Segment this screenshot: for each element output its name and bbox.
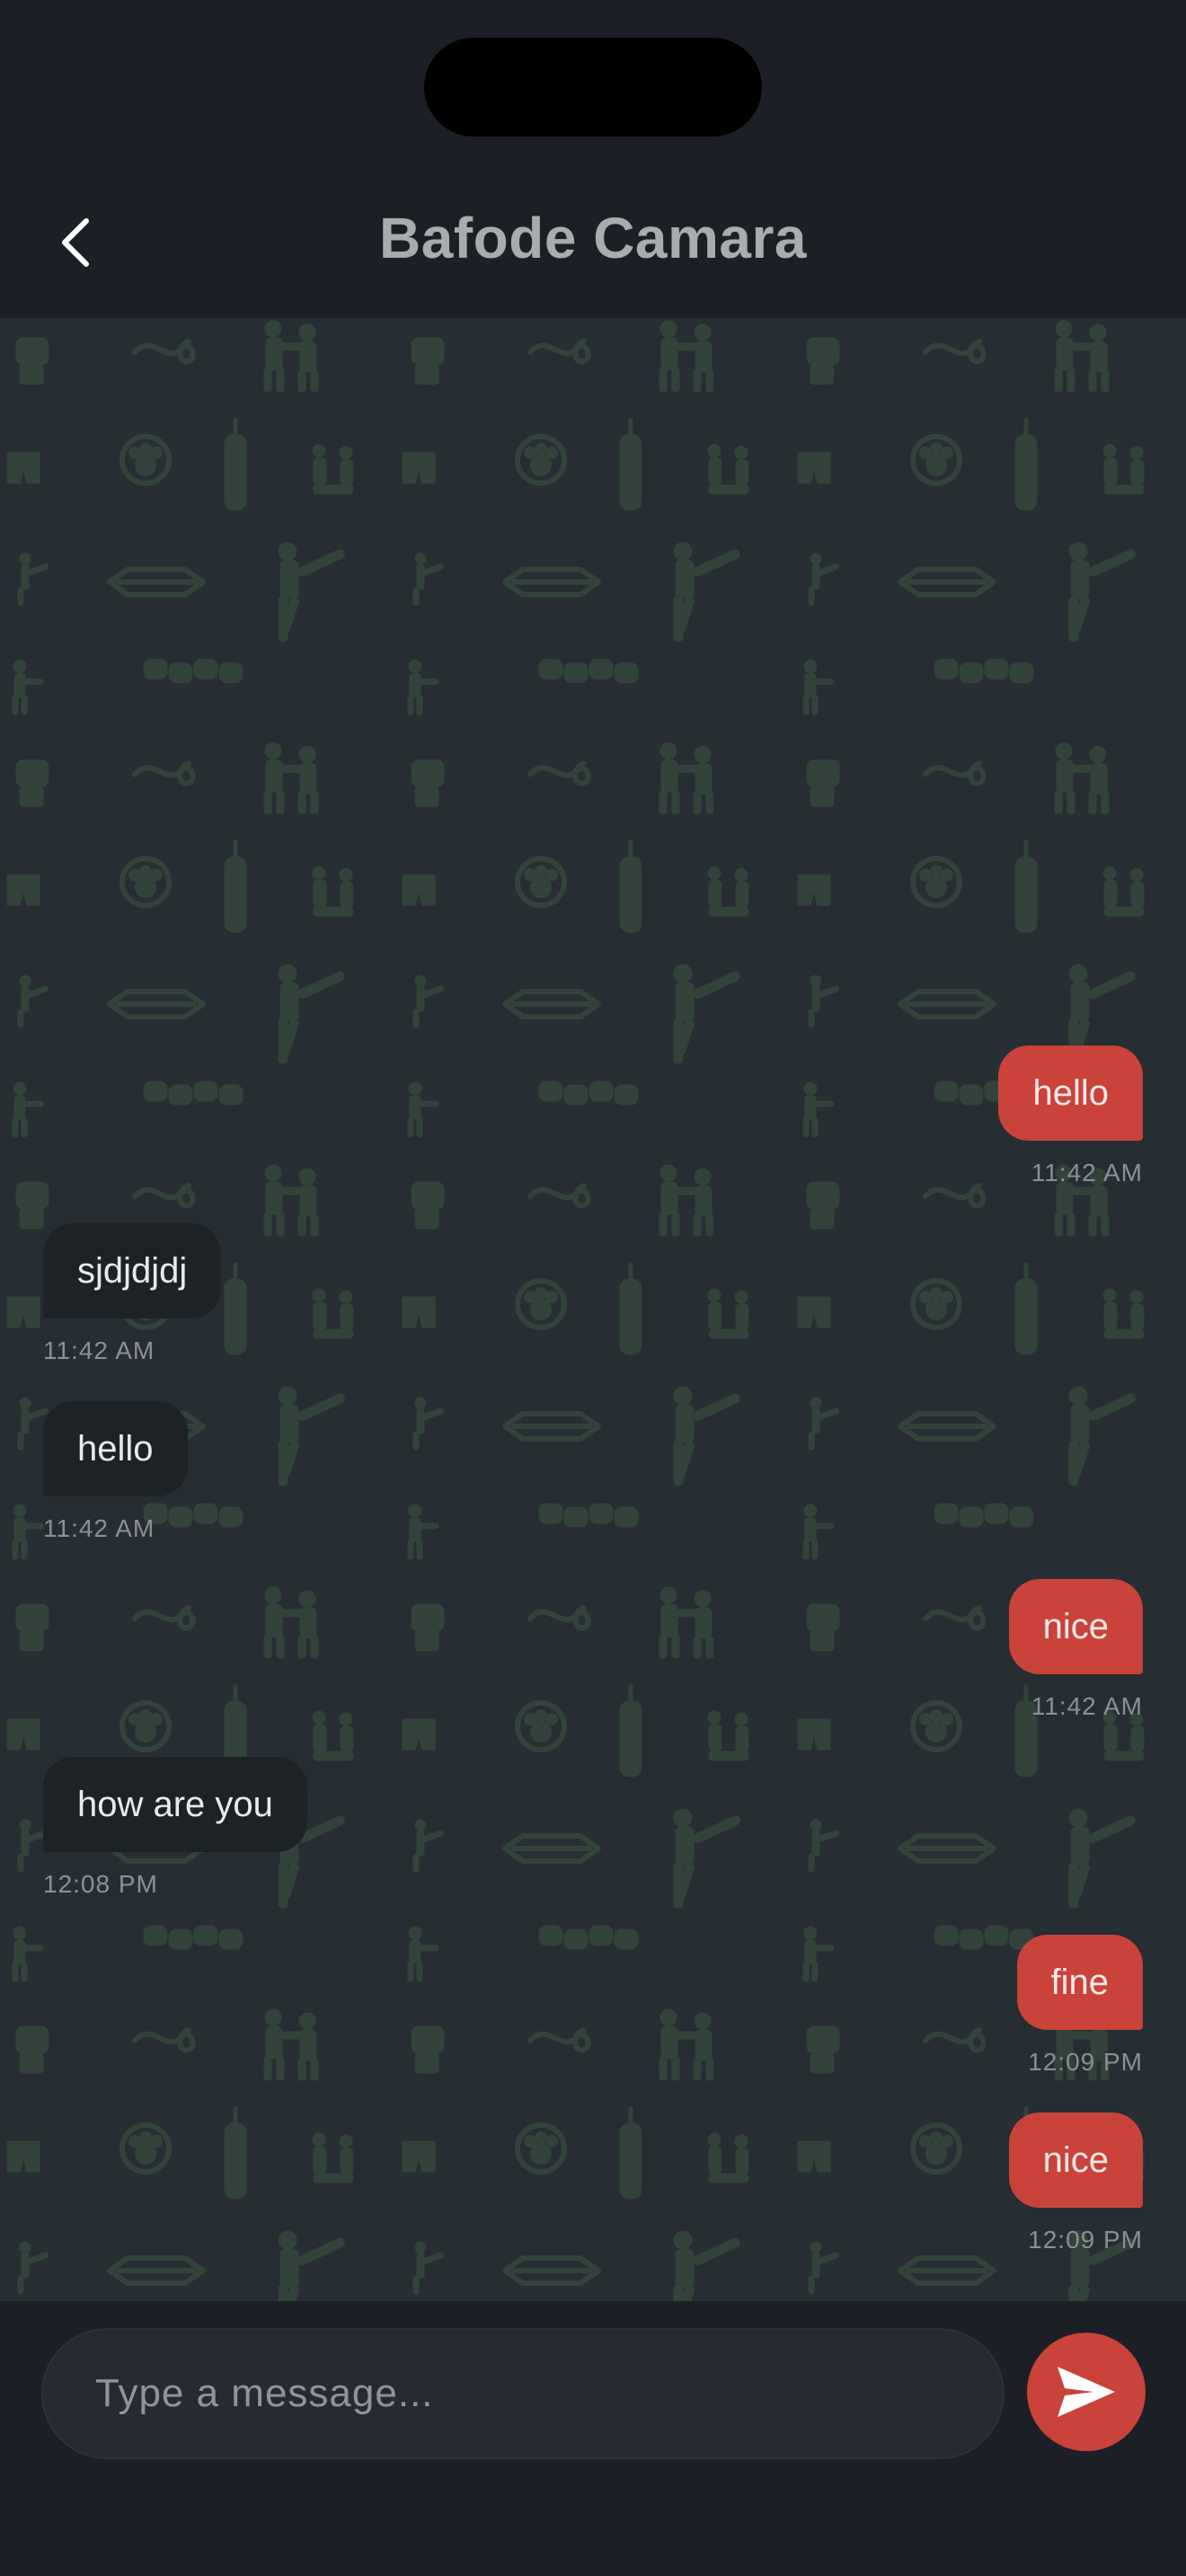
message-composer: [0, 2301, 1186, 2576]
message-input[interactable]: [41, 2328, 1005, 2459]
chat-header: Bafode Camara: [0, 180, 1186, 318]
message-outgoing[interactable]: fine 12:09 PM: [1016, 1935, 1143, 2077]
message-bubble[interactable]: hello: [43, 1401, 188, 1496]
message-list[interactable]: hello 11:42 AM sjdjdjdj 11:42 AM hello 1…: [0, 318, 1186, 2301]
message-timestamp: 12:08 PM: [43, 1870, 158, 1898]
status-bar: [0, 0, 1186, 180]
message-timestamp: 11:42 AM: [1031, 1159, 1143, 1187]
message-timestamp: 12:09 PM: [1028, 2048, 1143, 2076]
message-incoming[interactable]: hello 11:42 AM: [43, 1401, 188, 1543]
send-icon: [1058, 2367, 1115, 2417]
message-incoming[interactable]: sjdjdjdj 11:42 AM: [43, 1223, 222, 1365]
message-bubble[interactable]: nice: [1008, 2113, 1143, 2208]
message-timestamp: 11:42 AM: [43, 1514, 155, 1542]
message-bubble[interactable]: how are you: [43, 1757, 307, 1852]
message-timestamp: 12:09 PM: [1028, 2226, 1143, 2254]
send-button[interactable]: [1027, 2333, 1146, 2451]
message-timestamp: 11:42 AM: [43, 1337, 155, 1364]
message-timestamp: 11:42 AM: [1031, 1692, 1143, 1720]
message-bubble[interactable]: fine: [1016, 1935, 1143, 2030]
page-title: Bafode Camara: [379, 206, 807, 270]
dynamic-island: [424, 38, 762, 137]
message-bubble[interactable]: hello: [998, 1045, 1143, 1141]
chat-screen: Bafode Camara hello 11:42 AM sjdjdjdj 11…: [0, 0, 1186, 2576]
message-outgoing[interactable]: nice 11:42 AM: [1008, 1579, 1143, 1721]
message-outgoing[interactable]: nice 12:09 PM: [1008, 2113, 1143, 2254]
message-bubble[interactable]: nice: [1008, 1579, 1143, 1674]
message-bubble[interactable]: sjdjdjdj: [43, 1223, 222, 1319]
message-incoming[interactable]: how are you 12:08 PM: [43, 1757, 307, 1899]
message-outgoing[interactable]: hello 11:42 AM: [998, 1045, 1143, 1187]
